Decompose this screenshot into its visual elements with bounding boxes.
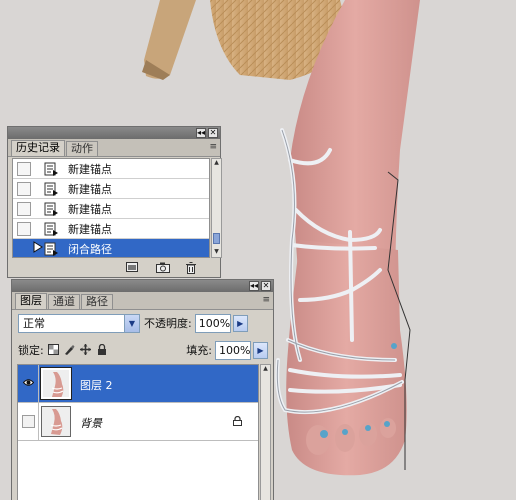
panel-menu-icon[interactable]: ≡ <box>262 295 270 305</box>
lock-all-icon[interactable] <box>96 343 108 356</box>
fill-slider-button[interactable]: ▶ <box>253 341 268 359</box>
history-panel-titlebar[interactable]: ◂◂ ✕ <box>8 127 220 139</box>
history-item[interactable]: 新建锚点 <box>13 179 209 199</box>
history-step-icon <box>43 161 59 177</box>
collapse-panel-button[interactable]: ◂◂ <box>196 128 206 138</box>
tab-paths[interactable]: 路径 <box>81 294 113 309</box>
lock-label: 锁定: <box>18 344 44 357</box>
lock-image-pixels-icon[interactable] <box>64 344 76 356</box>
new-document-from-state-icon[interactable] <box>125 262 139 274</box>
history-footer <box>8 260 220 277</box>
layer-thumbnail[interactable] <box>40 367 72 400</box>
tab-history[interactable]: 历史记录 <box>11 140 65 156</box>
eye-icon[interactable] <box>22 377 35 390</box>
layer-separator <box>38 403 39 441</box>
history-item[interactable]: 新建锚点 <box>13 159 209 179</box>
layer-name: 背景 <box>80 417 102 430</box>
history-panel: ◂◂ ✕ 历史记录 动作 ≡ 新建锚点 新建锚点 新建锚点 新建锚点 闭合路径 … <box>7 126 222 278</box>
history-item[interactable]: 新建锚点 <box>13 219 209 239</box>
layer-separator <box>38 365 39 403</box>
lock-position-icon[interactable] <box>80 344 92 356</box>
history-item-label: 新建锚点 <box>68 162 112 176</box>
opacity-label: 不透明度: <box>144 317 192 330</box>
fill-input[interactable]: 100% <box>215 340 251 360</box>
history-source-checkbox[interactable] <box>17 181 31 196</box>
visibility-toggle[interactable] <box>22 415 35 428</box>
layer-row[interactable]: 背景 <box>18 403 258 441</box>
layers-panel-titlebar[interactable]: ◂◂ ✕ <box>12 280 273 292</box>
history-step-icon <box>43 201 59 217</box>
layer-name: 图层 2 <box>80 379 113 392</box>
history-source-checkbox[interactable] <box>17 241 31 256</box>
history-list: 新建锚点 新建锚点 新建锚点 新建锚点 闭合路径 <box>12 158 210 258</box>
layer-list: 图层 2 背景 <box>17 364 259 500</box>
tab-channels[interactable]: 通道 <box>48 294 80 309</box>
history-step-icon <box>43 241 59 257</box>
layers-scrollbar[interactable]: ▲ <box>260 364 271 500</box>
history-source-checkbox[interactable] <box>17 161 31 176</box>
close-panel-button[interactable]: ✕ <box>208 128 218 138</box>
chevron-down-icon[interactable]: ▼ <box>124 314 139 332</box>
history-state-arrow-icon[interactable] <box>33 241 43 256</box>
history-item-selected[interactable]: 闭合路径 <box>13 239 209 257</box>
history-item-label: 新建锚点 <box>68 202 112 216</box>
layer-thumbnail[interactable] <box>41 406 71 437</box>
history-item-label: 闭合路径 <box>68 242 112 256</box>
history-tabs: 历史记录 动作 ≡ <box>8 139 220 157</box>
scroll-up-icon[interactable]: ▲ <box>212 159 221 168</box>
opacity-slider-button[interactable]: ▶ <box>232 314 248 332</box>
history-step-icon <box>43 221 59 237</box>
fill-label: 填充: <box>186 344 212 357</box>
lock-icon <box>233 415 242 429</box>
history-step-icon <box>43 181 59 197</box>
collapse-panel-button[interactable]: ◂◂ <box>249 281 259 291</box>
trash-icon[interactable] <box>184 262 198 274</box>
close-panel-button[interactable]: ✕ <box>261 281 271 291</box>
lock-transparent-pixels-icon[interactable] <box>48 344 60 356</box>
history-scrollbar[interactable]: ▲ ▼ <box>211 158 222 258</box>
blend-mode-select[interactable]: 正常 ▼ <box>18 313 140 333</box>
scroll-up-icon[interactable]: ▲ <box>261 365 270 374</box>
tab-actions[interactable]: 动作 <box>66 141 98 156</box>
history-item[interactable]: 新建锚点 <box>13 199 209 219</box>
scroll-thumb[interactable] <box>213 233 220 244</box>
layers-tabs: 图层 通道 路径 ≡ <box>12 292 273 310</box>
blend-opacity-row: 正常 ▼ 不透明度: 100% ▶ <box>18 313 248 333</box>
scroll-down-icon[interactable]: ▼ <box>212 248 221 257</box>
layers-panel: ◂◂ ✕ 图层 通道 路径 ≡ 正常 ▼ 不透明度: 100% ▶ 锁定: 填充… <box>11 279 274 500</box>
lock-fill-row: 锁定: 填充: 100% ▶ <box>18 340 268 360</box>
blend-mode-value: 正常 <box>23 316 45 330</box>
opacity-input[interactable]: 100% <box>194 313 231 333</box>
history-item-label: 新建锚点 <box>68 182 112 196</box>
history-source-checkbox[interactable] <box>17 201 31 216</box>
history-item-label: 新建锚点 <box>68 222 112 236</box>
create-snapshot-icon[interactable] <box>156 262 170 274</box>
history-source-checkbox[interactable] <box>17 221 31 236</box>
tab-layers[interactable]: 图层 <box>15 293 47 309</box>
panel-menu-icon[interactable]: ≡ <box>209 142 217 152</box>
layer-row-selected[interactable]: 图层 2 <box>18 365 258 403</box>
